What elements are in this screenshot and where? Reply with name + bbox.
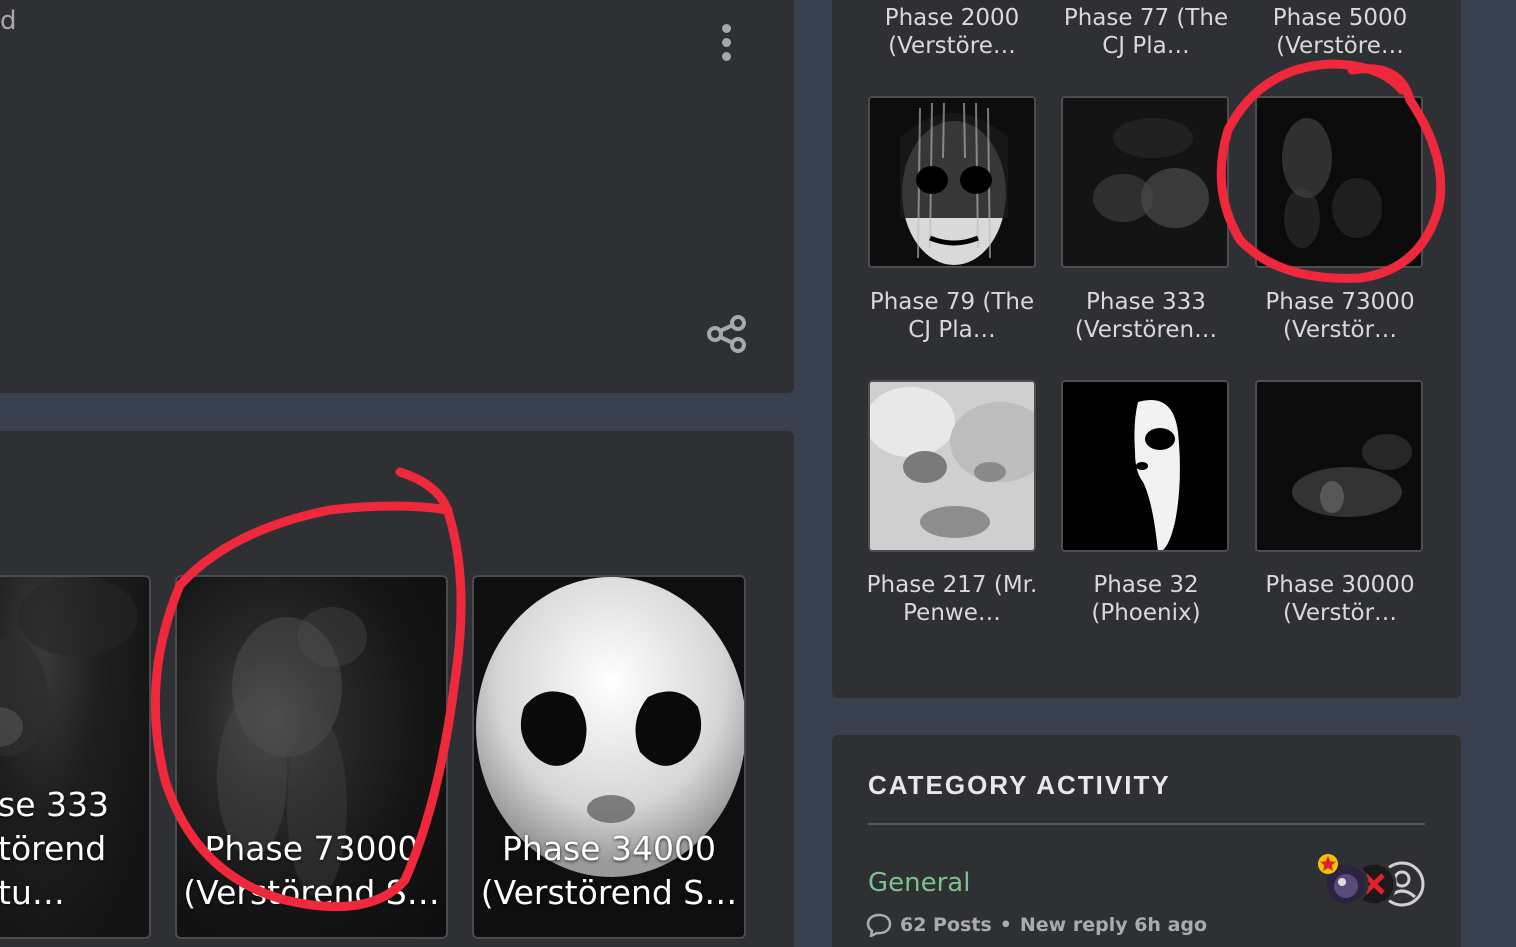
wiki-thumbnail-phase-73000[interactable]: Phase 73000 (Verstörend S… [175, 575, 448, 939]
thumbnail-image [1257, 98, 1421, 266]
wiki-thumbnail-phase-217[interactable] [868, 380, 1036, 552]
thumbnail-image [870, 382, 1034, 550]
recent-avatars[interactable] [1318, 852, 1428, 912]
wiki-item-label[interactable]: Phase 73000 (Verstör… [1240, 288, 1440, 344]
wiki-item-label[interactable]: Phase 79 (The CJ Pla… [852, 288, 1052, 344]
post-count: 62 Posts [900, 914, 992, 936]
thumbnail-label: se 333 törend tu… [0, 785, 109, 912]
wiki-thumbnail-phase-333[interactable]: se 333 törend tu… [0, 575, 151, 939]
wiki-thumbnail-phase-32[interactable] [1061, 380, 1229, 552]
wiki-item-label[interactable]: Phase 32 (Phoenix) [1046, 571, 1246, 627]
wiki-item-label[interactable]: Phase 5000 (Verstöre… [1240, 4, 1440, 60]
wiki-item-label[interactable]: Phase 217 (Mr. Penwe… [852, 571, 1052, 627]
wiki-item-label[interactable]: Phase 30000 (Verstör… [1240, 571, 1440, 627]
category-meta: 62 Posts • New reply 6h ago [866, 913, 1207, 937]
thumbnail-image [870, 98, 1034, 266]
wiki-item-label[interactable]: Phase 333 (Verstören… [1046, 288, 1246, 344]
last-reply: New reply 6h ago [1019, 914, 1208, 936]
star-badge-icon [1318, 854, 1338, 874]
wiki-thumbnail-phase-79[interactable] [868, 96, 1036, 268]
wiki-item-label[interactable]: Phase 77 (The CJ Pla… [1046, 4, 1246, 60]
thumbnail-label: Phase 73000 (Verstörend S… [183, 829, 440, 912]
category-activity-title: CATEGORY ACTIVITY [868, 770, 1171, 800]
wiki-thumbnail-phase-30000[interactable] [1255, 380, 1423, 552]
kebab-menu-icon[interactable] [712, 20, 742, 64]
wiki-thumbnail-phase-73000[interactable] [1255, 96, 1423, 268]
comment-icon [866, 913, 892, 937]
divider [868, 823, 1425, 825]
thumbnail-label: Phase 34000 (Verstörend S… [480, 829, 738, 912]
thumbnail-image [1257, 382, 1421, 550]
thumbnail-image [1063, 98, 1227, 266]
thumbnail-image [1063, 382, 1227, 550]
separator-dot: • [999, 914, 1012, 936]
wiki-item-label[interactable]: Phase 2000 (Verstöre… [852, 4, 1052, 60]
wiki-thumbnail-phase-34000[interactable]: Phase 34000 (Verstörend S… [472, 575, 746, 939]
wiki-thumbnail-phase-333[interactable] [1061, 96, 1229, 268]
post-card: d [0, 0, 794, 393]
post-title: d [0, 6, 17, 36]
category-link-general[interactable]: General [868, 868, 970, 898]
share-icon[interactable] [706, 314, 748, 354]
